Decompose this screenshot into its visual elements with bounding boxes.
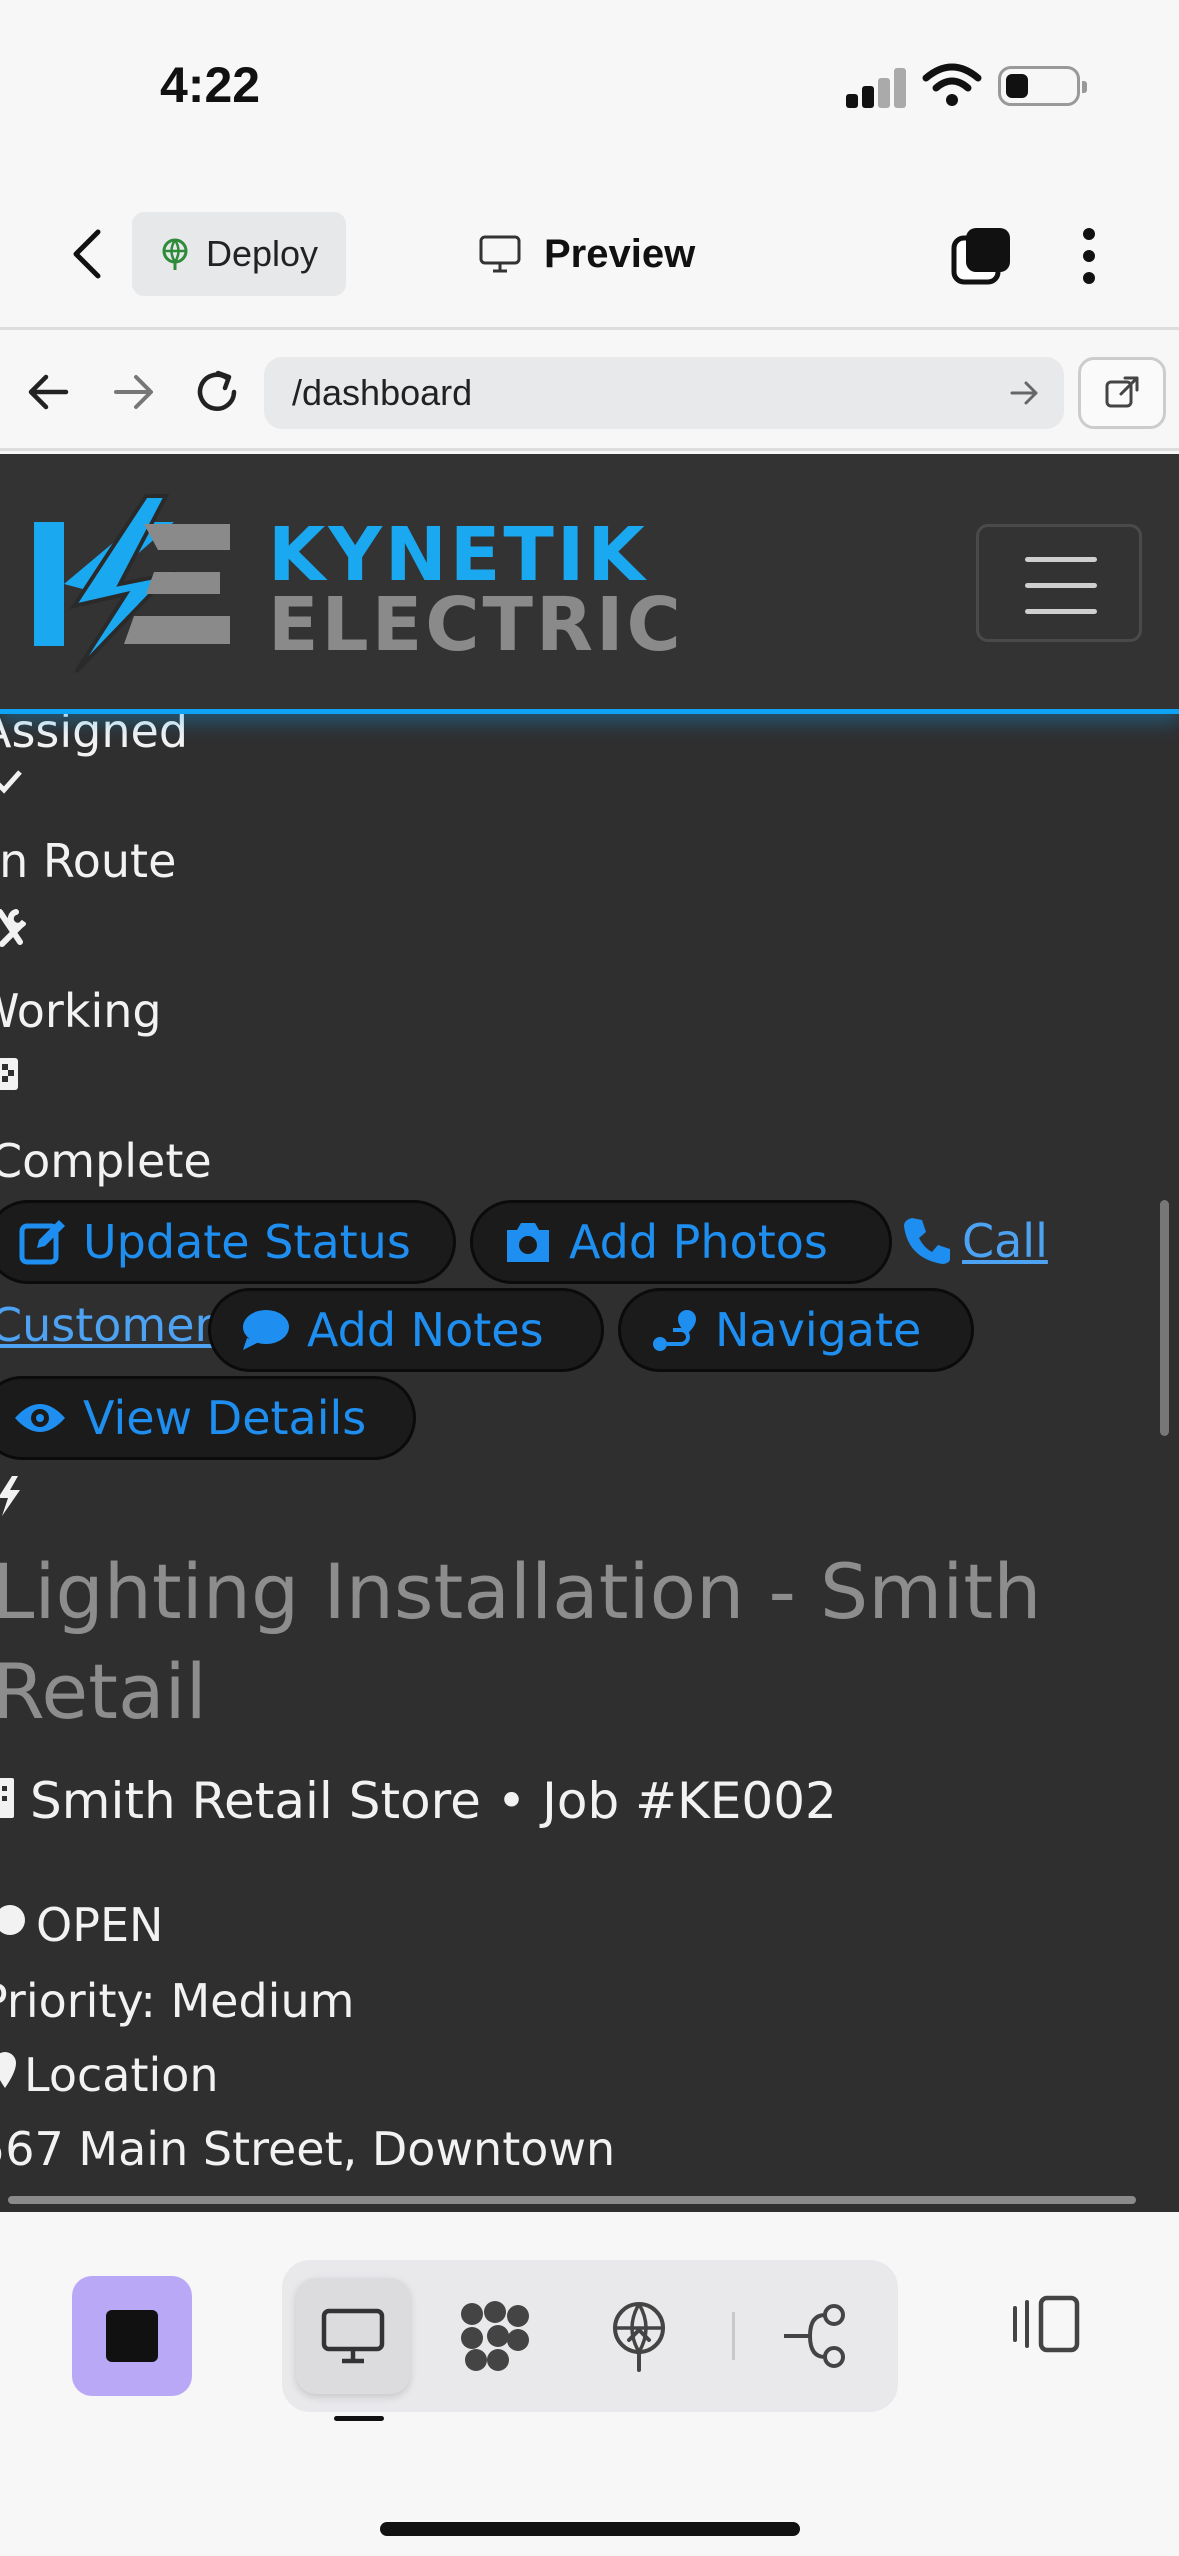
deploy-globe-icon	[162, 238, 188, 270]
eye-icon	[15, 1404, 65, 1432]
tabs-icon[interactable]	[950, 224, 1014, 288]
job-address: 567 Main Street, Downtown	[0, 2122, 616, 2176]
vertical-scrollbar[interactable]	[1160, 1200, 1169, 1436]
customer-line: Smith Retail Store • Job #KE002	[30, 1772, 837, 1830]
kynetik-logo-mark[interactable]	[34, 494, 234, 674]
status-step-working: Working	[0, 984, 162, 1038]
open-external-button[interactable]	[1078, 357, 1166, 429]
logo-text-electric: ELECTRIC	[268, 582, 684, 668]
check-icon	[0, 770, 22, 794]
monitor-icon	[479, 235, 521, 273]
status-step-en-route: En Route	[0, 834, 177, 888]
cellular-signal-icon	[846, 68, 906, 108]
update-status-button[interactable]: Update Status	[0, 1200, 456, 1284]
call-customer-link[interactable]: Call	[962, 1214, 1048, 1268]
navigate-button[interactable]: Navigate	[618, 1288, 974, 1372]
browser-back-icon[interactable]	[20, 363, 78, 421]
update-status-label: Update Status	[83, 1215, 411, 1269]
preview-label: Preview	[544, 231, 696, 276]
menu-toggle-button[interactable]	[976, 524, 1142, 642]
deploy-mode-button[interactable]	[582, 2278, 696, 2394]
bottom-toolbar	[0, 2212, 1179, 2556]
job-priority: Priority: Medium	[0, 1974, 355, 2028]
back-chevron-icon[interactable]	[62, 224, 112, 284]
preview-mode-button[interactable]	[296, 2278, 410, 2394]
call-customer-link-cont[interactable]: Customer	[0, 1298, 213, 1352]
git-branch-icon	[784, 2304, 845, 2368]
reload-icon[interactable]	[188, 363, 246, 421]
status-circle-icon	[0, 1905, 25, 1935]
tools-icon	[0, 909, 26, 947]
status-step-complete: Complete	[0, 1134, 212, 1188]
building-icon	[0, 1778, 14, 1818]
browser-url-row: /dashboard	[0, 333, 1179, 451]
deploy-label: Deploy	[206, 233, 319, 274]
side-panel-icon	[1013, 2295, 1080, 2353]
app-top-bar: Deploy Preview	[0, 180, 1179, 330]
battery-icon	[998, 66, 1087, 106]
phone-icon[interactable]	[902, 1216, 952, 1266]
url-input[interactable]: /dashboard	[264, 357, 1064, 429]
bolt-icon	[0, 1476, 20, 1516]
workflow-blob-icon	[461, 2301, 529, 2371]
view-details-label: View Details	[83, 1391, 367, 1445]
flag-checkered-icon	[0, 1058, 18, 1090]
add-photos-button[interactable]: Add Photos	[470, 1200, 892, 1284]
status-time: 4:22	[160, 57, 261, 113]
job-status: OPEN	[36, 1898, 164, 1952]
agents-mode-button[interactable]	[438, 2278, 552, 2394]
edit-icon	[19, 1220, 65, 1265]
side-panel-button[interactable]	[1006, 2284, 1086, 2364]
git-mode-button[interactable]	[758, 2278, 872, 2394]
deploy-button[interactable]: Deploy	[132, 212, 346, 296]
deploy-globe-icon	[613, 2302, 665, 2372]
preview-title[interactable]: Preview	[478, 224, 695, 284]
ios-status-bar: 4:22	[0, 0, 1179, 180]
view-details-button[interactable]: View Details	[0, 1376, 416, 1460]
job-title: Lighting Installation - Smith Retail	[0, 1547, 1042, 1736]
location-label: Location	[24, 2048, 219, 2102]
web-viewport[interactable]: KYNETIK ELECTRIC Assigned En Route Worki…	[0, 454, 1179, 2212]
navigate-label: Navigate	[715, 1303, 922, 1357]
camera-icon	[507, 1223, 549, 1262]
mode-switcher	[282, 2260, 898, 2412]
add-notes-button[interactable]: Add Notes	[208, 1288, 604, 1372]
comment-icon	[243, 1310, 289, 1350]
wifi-icon	[922, 63, 982, 106]
mode-separator	[732, 2312, 735, 2360]
horizontal-scrollbar[interactable]	[8, 2196, 1136, 2204]
browser-forward-icon[interactable]	[104, 363, 162, 421]
map-pin-icon	[0, 2052, 16, 2088]
add-photos-label: Add Photos	[569, 1215, 828, 1269]
active-mode-indicator	[334, 2416, 384, 2421]
route-icon	[653, 1310, 696, 1351]
url-go-arrow-icon[interactable]	[1006, 375, 1042, 411]
add-notes-label: Add Notes	[307, 1303, 544, 1357]
monitor-icon	[321, 2308, 385, 2364]
home-indicator	[380, 2522, 800, 2536]
stop-button[interactable]	[72, 2276, 192, 2396]
site-header: KYNETIK ELECTRIC	[0, 454, 1179, 714]
stop-icon	[106, 2310, 158, 2362]
external-link-icon	[1105, 376, 1139, 408]
more-vertical-icon[interactable]	[1074, 224, 1104, 288]
url-text: /dashboard	[292, 372, 473, 413]
